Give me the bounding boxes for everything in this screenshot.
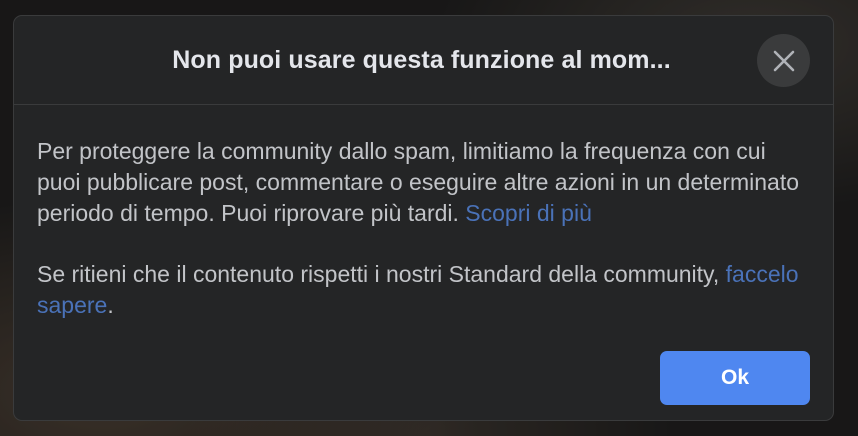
dialog-body: Per proteggere la community dallo spam, … (37, 136, 815, 321)
spam-info-text: Per proteggere la community dallo spam, … (37, 138, 799, 226)
dialog-title: Non puoi usare questa funzione al mom... (14, 46, 833, 75)
close-icon (773, 50, 794, 71)
feedback-text: Se ritieni che il contenuto rispetti i n… (37, 261, 726, 287)
learn-more-link[interactable]: Scopri di più (465, 200, 592, 226)
feedback-period: . (107, 292, 114, 318)
close-button[interactable] (757, 34, 810, 87)
dialog-title-text: Non puoi usare questa funzione al mom... (172, 46, 671, 74)
rate-limit-dialog: Non puoi usare questa funzione al mom...… (13, 15, 834, 421)
dialog-header: Non puoi usare questa funzione al mom... (14, 16, 833, 105)
feedback-paragraph: Se ritieni che il contenuto rispetti i n… (37, 259, 815, 321)
spam-info-paragraph: Per proteggere la community dallo spam, … (37, 136, 815, 229)
ok-button[interactable]: Ok (660, 351, 810, 405)
